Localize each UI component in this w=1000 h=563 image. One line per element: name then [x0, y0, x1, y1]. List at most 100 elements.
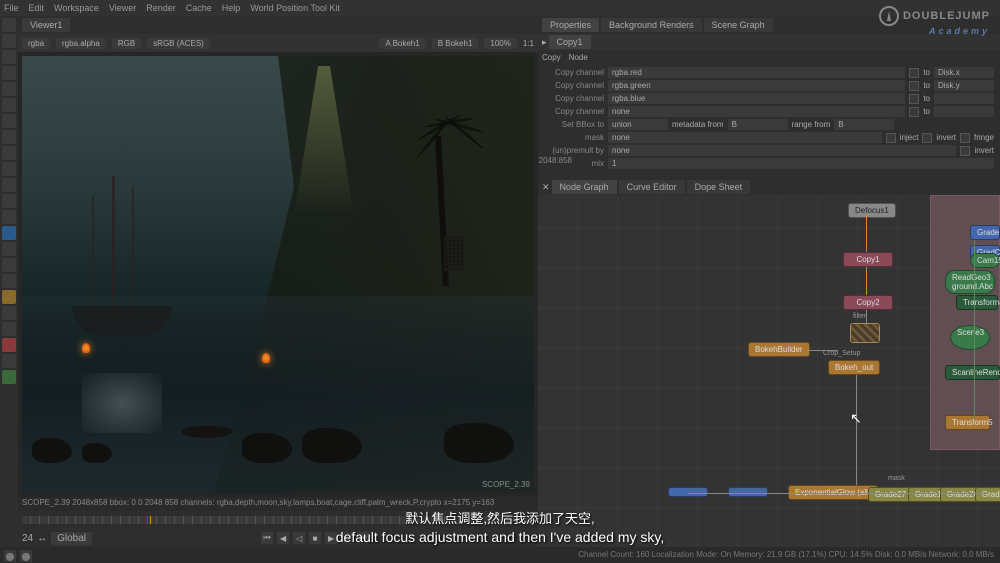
status-icon[interactable]: ⬤ — [20, 550, 32, 562]
menu-help[interactable]: Help — [222, 3, 241, 13]
node-defocus[interactable]: Defocus1 — [848, 203, 896, 218]
tool-icon[interactable] — [2, 162, 16, 176]
tool-icon[interactable] — [2, 146, 16, 160]
node-disabled[interactable] — [850, 323, 880, 343]
menu-wptk[interactable]: World Position Tool Kit — [250, 3, 340, 13]
node-scanline[interactable]: ScanlineRender — [945, 365, 1000, 380]
node-readgeo[interactable]: ReadGeo3 ground.Abc — [945, 270, 995, 294]
fps-field[interactable]: ↔ — [37, 533, 47, 544]
tool-icon[interactable] — [2, 114, 16, 128]
menu-file[interactable]: File — [4, 3, 19, 13]
tab-close-icon[interactable]: ✕ — [542, 182, 550, 193]
tool-icon[interactable] — [2, 290, 16, 304]
checkbox[interactable] — [886, 133, 896, 143]
viewer-tab[interactable]: Viewer1 — [22, 18, 70, 32]
node-copy1[interactable]: Copy1 — [843, 252, 893, 267]
tool-icon[interactable] — [2, 34, 16, 48]
menu-render[interactable]: Render — [146, 3, 176, 13]
node-copy2[interactable]: Copy2 — [843, 295, 893, 310]
tool-icon[interactable] — [2, 98, 16, 112]
channel-field[interactable]: none — [608, 106, 905, 117]
tab-curve-editor[interactable]: Curve Editor — [619, 180, 685, 194]
checkbox[interactable] — [922, 133, 932, 143]
alpha-dropdown[interactable]: rgba.alpha — [56, 38, 106, 49]
channel-field[interactable]: rgba.red — [608, 67, 905, 78]
node-a-dropdown[interactable]: A Bokeh1 — [379, 38, 425, 49]
tool-icon[interactable] — [2, 370, 16, 384]
status-icon[interactable]: ⬤ — [4, 550, 16, 562]
to-field[interactable]: Disk.y — [934, 80, 994, 91]
node-expand-icon[interactable]: ▸ — [542, 37, 547, 48]
tool-icon[interactable] — [2, 210, 16, 224]
to-field[interactable] — [934, 93, 994, 104]
tool-icon[interactable] — [2, 194, 16, 208]
node-scene[interactable]: Scene3 — [950, 325, 990, 350]
metadata-field[interactable]: B — [728, 119, 788, 130]
zoom-dropdown[interactable]: 100% — [484, 38, 516, 49]
tool-icon[interactable] — [2, 338, 16, 352]
tool-icon[interactable] — [2, 130, 16, 144]
node-grade30[interactable]: Grade30 — [975, 487, 1000, 502]
node-tab-copy1[interactable]: Copy1 — [549, 35, 591, 49]
checkbox[interactable] — [909, 68, 919, 78]
rgb-dropdown[interactable]: RGB — [112, 38, 141, 49]
stop-icon[interactable]: ■ — [309, 532, 321, 544]
node-transform5[interactable]: Transform5 — [945, 415, 990, 430]
unpremult-field[interactable]: none — [608, 145, 956, 156]
node-graph[interactable]: Defocus1 Copy1 Copy2 filter BokehBuilder… — [538, 195, 1000, 547]
tool-icon[interactable] — [2, 226, 16, 240]
tool-icon[interactable] — [2, 354, 16, 368]
tool-icon[interactable] — [2, 82, 16, 96]
channel-field[interactable]: rgba.green — [608, 80, 905, 91]
to-field[interactable]: Disk.x — [934, 67, 994, 78]
tool-icon[interactable] — [2, 274, 16, 288]
node-grade27[interactable]: Grade27 — [868, 487, 913, 502]
frame-in[interactable]: 24 — [22, 533, 33, 544]
checkbox[interactable] — [909, 81, 919, 91]
skip-start-icon[interactable]: ⏮ — [261, 532, 273, 544]
channel-field[interactable]: rgba.blue — [608, 93, 905, 104]
tool-icon[interactable] — [2, 242, 16, 256]
menu-viewer[interactable]: Viewer — [109, 3, 136, 13]
subtab-node[interactable]: Node — [569, 53, 588, 62]
tool-icon[interactable] — [2, 178, 16, 192]
tool-icon[interactable] — [2, 322, 16, 336]
tab-scene-graph[interactable]: Scene Graph — [704, 18, 773, 32]
tool-icon[interactable] — [2, 66, 16, 80]
menu-workspace[interactable]: Workspace — [54, 3, 99, 13]
main-menubar[interactable]: File Edit Workspace Viewer Render Cache … — [0, 0, 1000, 16]
viewer-image[interactable]: 2048:858 SCOPE_2.39 — [22, 56, 534, 493]
node-blue[interactable] — [668, 487, 708, 497]
menu-edit[interactable]: Edit — [29, 3, 45, 13]
range-field[interactable]: B — [834, 119, 894, 130]
node-grade[interactable]: Grade — [970, 225, 1000, 240]
bbox-field[interactable]: union — [608, 119, 668, 130]
checkbox[interactable] — [960, 133, 970, 143]
tool-icon[interactable] — [2, 258, 16, 272]
menu-cache[interactable]: Cache — [186, 3, 212, 13]
play-back-icon[interactable]: ◁ — [293, 532, 305, 544]
node-blue[interactable] — [728, 487, 768, 497]
global-dropdown[interactable]: Global — [51, 532, 92, 545]
node-transform[interactable]: Transform4 — [956, 295, 998, 310]
node-bokeh-out[interactable]: Bokeh_out — [828, 360, 880, 375]
mix-field[interactable]: 1 — [608, 158, 994, 169]
checkbox[interactable] — [909, 94, 919, 104]
node-bokeh-builder[interactable]: BokehBuilder — [748, 342, 810, 357]
tool-icon[interactable] — [2, 50, 16, 64]
channel-dropdown[interactable]: rgba — [22, 38, 50, 49]
tool-icon[interactable] — [2, 306, 16, 320]
tab-bg-renders[interactable]: Background Renders — [601, 18, 702, 32]
tab-node-graph[interactable]: Node Graph — [552, 180, 617, 194]
to-field[interactable] — [934, 106, 994, 117]
node-b-dropdown[interactable]: B Bokeh1 — [432, 38, 479, 49]
colorspace-dropdown[interactable]: sRGB (ACES) — [147, 38, 210, 49]
tool-icon[interactable] — [2, 18, 16, 32]
mask-field[interactable]: none — [608, 132, 882, 143]
checkbox[interactable] — [909, 107, 919, 117]
checkbox[interactable] — [960, 146, 970, 156]
prev-frame-icon[interactable]: ◀ — [277, 532, 289, 544]
tab-properties[interactable]: Properties — [542, 18, 599, 32]
subtab-copy[interactable]: Copy — [542, 53, 561, 62]
tab-dope-sheet[interactable]: Dope Sheet — [687, 180, 751, 194]
